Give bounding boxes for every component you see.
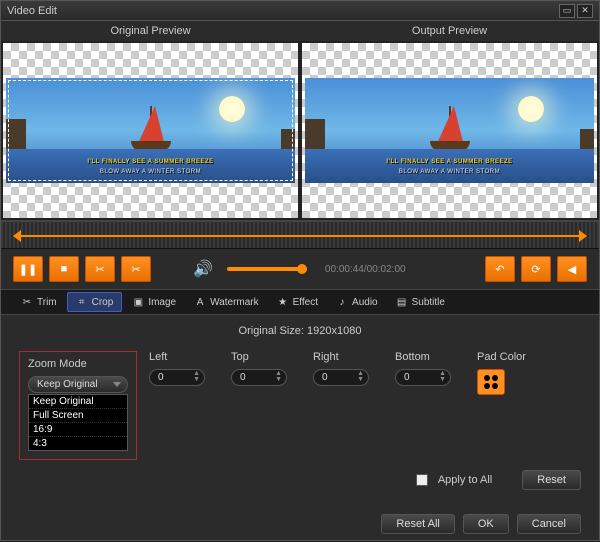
stop-button[interactable]: ■ [49,256,79,282]
padcolor-label: Pad Color [477,351,547,363]
zoom-option-full-screen[interactable]: Full Screen [29,409,127,423]
cut-start-button[interactable]: ✂ [85,256,115,282]
chevron-down-icon [113,382,121,387]
spinner-arrows-icon[interactable]: ▲▼ [275,371,282,383]
flip-button[interactable]: ◀ [557,256,587,282]
cancel-button[interactable]: Cancel [517,514,581,534]
crop-panel: Original Size: 1920x1080 Zoom Mode Keep … [1,315,599,500]
playback-controls: ❚❚ ■ ✂ ✂ 🔊 00:00:44/00:02:00 ↶ ⟳ ◀ [1,249,599,289]
zoom-option-4-3[interactable]: 4:3 [29,437,127,450]
scissors-icon: ✂ [131,263,140,276]
pause-button[interactable]: ❚❚ [13,256,43,282]
apply-to-all-checkbox[interactable] [416,474,428,486]
right-label: Right [313,351,383,363]
crop-top-input[interactable]: 0▲▼ [231,369,287,386]
subtitle-icon: ▤ [396,296,408,308]
star-icon: ★ [277,296,289,308]
tab-crop[interactable]: ⌗Crop [67,292,123,312]
output-preview-title: Output Preview [300,21,599,41]
window-title: Video Edit [7,5,57,17]
titlebar: Video Edit ▭ ✕ [1,1,599,21]
pad-color-button[interactable] [477,369,505,395]
reset-button[interactable]: Reset [522,470,581,490]
original-frame: I'LL FINALLY SEE A SUMMER BREEZE BLOW AW… [6,78,295,183]
time-display: 00:00:44/00:02:00 [325,264,406,275]
dialog-buttons: Reset All OK Cancel [1,506,599,542]
crop-right-input[interactable]: 0▲▼ [313,369,369,386]
video-edit-window: Video Edit ▭ ✕ Original Preview I'LL FIN… [0,0,600,541]
scissors-icon: ✂ [95,263,104,276]
original-size-label: Original Size: 1920x1080 [19,325,581,337]
original-preview[interactable]: I'LL FINALLY SEE A SUMMER BREEZE BLOW AW… [3,43,298,218]
left-label: Left [149,351,219,363]
tab-watermark[interactable]: AWatermark [186,293,267,311]
flip-icon: ◀ [568,263,576,276]
tab-effect[interactable]: ★Effect [269,293,326,311]
trim-end-handle[interactable] [579,230,587,242]
reset-all-button[interactable]: Reset All [381,514,454,534]
preview-row: Original Preview I'LL FINALLY SEE A SUMM… [1,21,599,221]
image-icon: ▣ [132,296,144,308]
text-icon: A [194,296,206,308]
crop-left-input[interactable]: 0▲▼ [149,369,205,386]
volume-knob[interactable] [297,264,307,274]
tab-trim[interactable]: ✂Trim [13,293,65,311]
volume-slider[interactable] [227,267,307,271]
zoom-mode-section: Zoom Mode Keep Original Keep Original Fu… [19,351,137,460]
spinner-arrows-icon[interactable]: ▲▼ [193,371,200,383]
edit-tabs: ✂Trim ⌗Crop ▣Image AWatermark ★Effect ♪A… [1,289,599,315]
tab-image[interactable]: ▣Image [124,293,184,311]
spinner-arrows-icon[interactable]: ▲▼ [357,371,364,383]
original-preview-title: Original Preview [1,21,300,41]
zoom-mode-options: Keep Original Full Screen 16:9 4:3 [28,394,128,451]
top-label: Top [231,351,301,363]
tab-audio[interactable]: ♪Audio [328,293,386,311]
rotate-button[interactable]: ⟳ [521,256,551,282]
cut-end-button[interactable]: ✂ [121,256,151,282]
maximize-button[interactable]: ▭ [559,4,575,18]
volume-icon[interactable]: 🔊 [193,259,213,279]
timeline-bar[interactable] [21,235,579,237]
undo-icon: ↶ [495,263,504,276]
timeline[interactable] [1,221,599,249]
crop-icon: ⌗ [76,296,88,308]
pause-icon: ❚❚ [19,263,37,276]
undo-button[interactable]: ↶ [485,256,515,282]
zoom-mode-label: Zoom Mode [28,358,128,370]
apply-to-all-label: Apply to All [438,474,492,486]
zoom-mode-dropdown[interactable]: Keep Original [28,376,128,393]
tab-subtitle[interactable]: ▤Subtitle [388,293,453,311]
bottom-label: Bottom [395,351,465,363]
pad-color-icon [484,375,498,389]
spinner-arrows-icon[interactable]: ▲▼ [439,371,446,383]
zoom-option-16-9[interactable]: 16:9 [29,423,127,437]
note-icon: ♪ [336,296,348,308]
zoom-option-keep-original[interactable]: Keep Original [29,395,127,409]
output-frame: I'LL FINALLY SEE A SUMMER BREEZE BLOW AW… [305,78,594,183]
ok-button[interactable]: OK [463,514,509,534]
rotate-icon: ⟳ [531,263,540,276]
crop-bottom-input[interactable]: 0▲▼ [395,369,451,386]
stop-icon: ■ [61,263,68,275]
output-preview: I'LL FINALLY SEE A SUMMER BREEZE BLOW AW… [302,43,597,218]
scissors-icon: ✂ [21,296,33,308]
trim-start-handle[interactable] [13,230,21,242]
crop-marquee[interactable] [8,80,293,181]
close-button[interactable]: ✕ [577,4,593,18]
